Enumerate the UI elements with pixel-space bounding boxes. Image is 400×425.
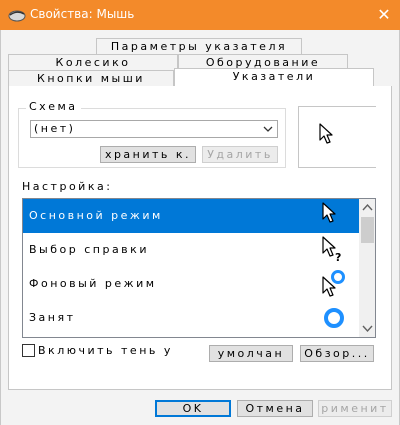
browse-button[interactable]: Обзор... [300,345,374,362]
window-title: Свойства: Мышь [30,7,135,21]
arrow-cursor-icon [322,202,336,223]
list-item-label: Выбор справки [29,243,149,256]
tab-wheel[interactable]: Колесико [8,54,178,71]
scheme-dropdown[interactable]: (нет) [30,120,278,138]
title-bar: Свойства: Мышь ✕ [0,0,400,30]
list-item-label: Занят [29,311,76,324]
cursor-preview [298,106,376,168]
scroll-up-icon[interactable] [359,199,376,216]
ok-button[interactable]: OK [155,400,231,417]
cancel-button[interactable]: Отмена [237,400,313,417]
list-item[interactable]: Выбор справки ? [23,233,359,267]
tab-pointers[interactable]: Указатели [174,68,374,87]
list-item[interactable]: Фоновый режим [23,267,359,301]
scheme-label: Схема [26,100,81,113]
tab-buttons[interactable]: Кнопки мыши [8,70,174,87]
list-item-label: Фоновый режим [29,277,157,290]
list-item[interactable]: Основной режим [23,199,359,233]
enable-shadow-label: Включить тень у [38,344,173,357]
busy-cursor-icon [324,308,344,328]
tab-pointer-options[interactable]: Параметры указателя [96,38,302,55]
svg-text:?: ? [335,251,341,264]
save-as-button[interactable]: хранить к. [100,146,196,163]
list-item-label: Основной режим [29,209,163,222]
use-default-button[interactable]: умолчан [209,345,293,362]
scroll-thumb[interactable] [361,217,374,243]
customize-label: Настройка: [22,180,113,193]
cursor-list[interactable]: Основной режим Выбор справки ? Фоновый р… [22,198,376,338]
scroll-down-icon[interactable] [359,320,376,337]
delete-scheme-button[interactable]: Удалить [202,146,278,163]
chevron-down-icon [263,126,273,132]
working-in-background-cursor-icon [322,270,345,297]
enable-shadow-checkbox[interactable] [22,344,35,357]
scheme-value: (нет) [34,122,76,135]
close-button[interactable]: ✕ [368,0,400,30]
arrow-cursor-icon [319,123,333,144]
help-select-cursor-icon: ? [322,236,341,264]
apply-button[interactable]: рименит [318,400,392,417]
vertical-scrollbar[interactable] [359,199,376,337]
mouse-icon [8,10,26,22]
list-item[interactable]: Занят [23,301,359,335]
